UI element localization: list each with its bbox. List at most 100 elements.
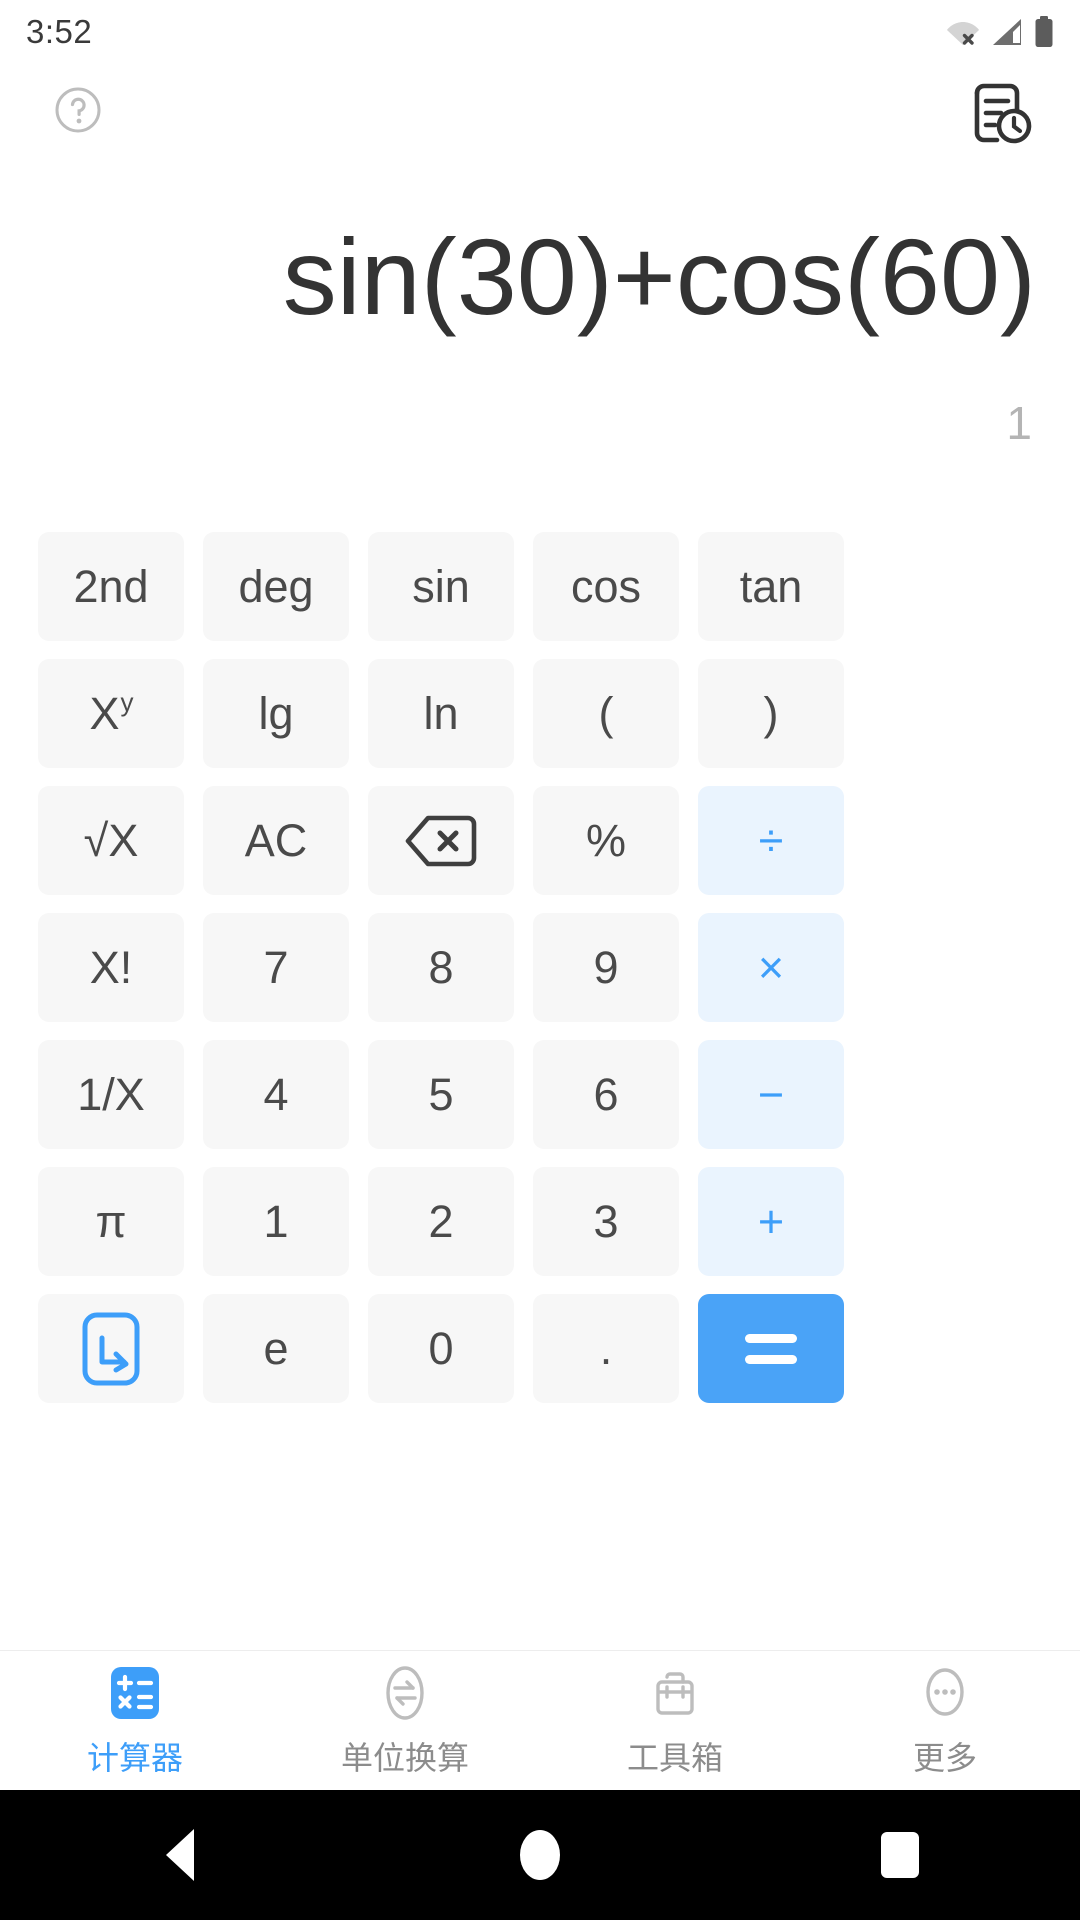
key-1[interactable]: 1	[203, 1167, 349, 1276]
bottom-tab-bar: 计算器 单位换算 工具箱 更多	[0, 1650, 1080, 1790]
key-label: √X	[83, 814, 139, 866]
key-4[interactable]: 4	[203, 1040, 349, 1149]
key-percent[interactable]: %	[533, 786, 679, 895]
keypad: 2nd deg sin cos tan Xy lg ln () √X AC% ÷ X! 7 8 9 × 1/X 4 5…	[38, 532, 1042, 1403]
key-label: 1	[263, 1195, 289, 1247]
key-label: 4	[263, 1068, 289, 1120]
key-factorial[interactable]: X!	[38, 913, 184, 1022]
key-label: ×	[757, 941, 785, 993]
key-backspace[interactable]	[368, 786, 514, 895]
key-row: √X AC% ÷	[38, 786, 1042, 895]
key-row: Xy lg ln ()	[38, 659, 1042, 768]
key-lg[interactable]: lg	[203, 659, 349, 768]
tab-label: 工具箱	[626, 1739, 723, 1776]
nav-back-button[interactable]	[135, 1810, 225, 1900]
status-time: 3:52	[26, 13, 93, 50]
key-label: AC	[244, 814, 308, 866]
help-circle-icon	[55, 87, 101, 133]
key-5[interactable]: 5	[368, 1040, 514, 1149]
key-hide-keyboard[interactable]	[38, 1294, 184, 1403]
key-equals[interactable]	[698, 1294, 844, 1403]
status-bar: 3:52	[0, 0, 1080, 64]
expression-text[interactable]: sin(30)+cos(60)	[44, 195, 1036, 339]
key-ln[interactable]: ln	[368, 659, 514, 768]
unit-convert-icon	[386, 1665, 424, 1720]
key-label: %	[585, 814, 626, 866]
key-minus[interactable]: −	[698, 1040, 844, 1149]
key-open-paren[interactable]: (	[533, 659, 679, 768]
key-deg[interactable]: deg	[203, 532, 349, 641]
key-label: lg	[258, 687, 294, 739]
key-reciprocal[interactable]: 1/X	[38, 1040, 184, 1149]
home-circle-icon	[520, 1830, 560, 1880]
calculator-screen: 3:52 sin(30)+cos(60) 1 2nd deg sin cos t…	[0, 0, 1080, 1920]
cellular-signal-icon	[993, 19, 1021, 45]
android-nav-bar	[0, 1790, 1080, 1920]
key-pi[interactable]: π	[38, 1167, 184, 1276]
key-label: −	[757, 1068, 785, 1120]
history-button[interactable]	[966, 78, 1036, 148]
key-3[interactable]: 3	[533, 1167, 679, 1276]
nav-recent-button[interactable]	[855, 1810, 945, 1900]
key-label: X	[89, 687, 120, 739]
key-label: 2nd	[73, 560, 149, 612]
action-bar	[0, 82, 1080, 162]
result-text: 1	[1006, 397, 1032, 449]
key-0[interactable]: 0	[368, 1294, 514, 1403]
toolbox-icon	[656, 1671, 694, 1715]
wifi-off-icon	[947, 22, 979, 45]
key-euler[interactable]: e	[203, 1294, 349, 1403]
key-row: 1/X 4 5 6 −	[38, 1040, 1042, 1149]
key-row: X! 7 8 9 ×	[38, 913, 1042, 1022]
key-tan[interactable]: tan	[698, 532, 844, 641]
key-label: 7	[263, 941, 289, 993]
battery-icon	[1035, 16, 1053, 47]
more-ellipsis-icon	[926, 1667, 964, 1716]
key-multiply[interactable]: ×	[698, 913, 844, 1022]
recent-square-icon	[881, 1832, 919, 1878]
key-6[interactable]: 6	[533, 1040, 679, 1149]
key-row: π 1 2 3 +	[38, 1167, 1042, 1276]
key-label: 8	[428, 941, 454, 993]
key-label: 1/X	[77, 1068, 145, 1120]
backspace-icon	[405, 815, 477, 866]
key-label: cos	[570, 560, 642, 612]
key-9[interactable]: 9	[533, 913, 679, 1022]
key-label: ln	[423, 687, 459, 739]
key-8[interactable]: 8	[368, 913, 514, 1022]
tab-more[interactable]: 更多	[810, 1651, 1080, 1791]
tab-label: 计算器	[86, 1739, 183, 1776]
key-label: 2	[428, 1195, 454, 1247]
key-all-clear[interactable]: AC	[203, 786, 349, 895]
tab-unit-conversion[interactable]: 单位换算	[270, 1651, 540, 1791]
key-label: deg	[238, 560, 314, 612]
key-label: 3	[593, 1195, 619, 1247]
key-divide[interactable]: ÷	[698, 786, 844, 895]
key-power[interactable]: Xy	[38, 659, 184, 768]
key-2nd[interactable]: 2nd	[38, 532, 184, 641]
key-7[interactable]: 7	[203, 913, 349, 1022]
key-row: e 0.	[38, 1294, 1042, 1403]
history-document-icon	[974, 83, 1032, 144]
tab-toolbox[interactable]: 工具箱	[540, 1651, 810, 1791]
status-icon-group	[946, 16, 1054, 48]
key-label: ÷	[758, 814, 784, 866]
tab-calculator[interactable]: 计算器	[0, 1651, 270, 1791]
key-row: 2nd deg sin cos tan	[38, 532, 1042, 641]
key-sin[interactable]: sin	[368, 532, 514, 641]
tab-label: 更多	[912, 1739, 977, 1776]
help-button[interactable]	[50, 82, 106, 138]
key-decimal[interactable]: .	[533, 1294, 679, 1403]
key-label: X!	[89, 941, 133, 993]
key-close-paren[interactable]: )	[698, 659, 844, 768]
calculator-icon	[105, 1663, 165, 1723]
key-label: (	[598, 687, 614, 739]
unit-convert-icon	[375, 1663, 435, 1723]
key-cos[interactable]: cos	[533, 532, 679, 641]
key-2[interactable]: 2	[368, 1167, 514, 1276]
key-plus[interactable]: +	[698, 1167, 844, 1276]
nav-home-button[interactable]	[495, 1810, 585, 1900]
tab-label: 单位换算	[340, 1739, 469, 1776]
key-sqrt[interactable]: √X	[38, 786, 184, 895]
calculator-icon	[111, 1666, 159, 1719]
